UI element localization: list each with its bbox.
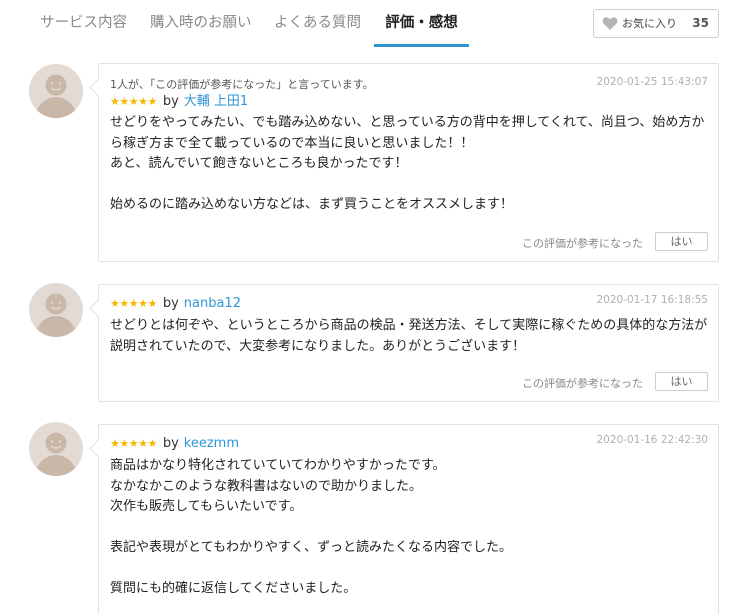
review-card: 2020-01-17 16:18:55 ★★★★★ by nanba12 せどりとは… bbox=[98, 284, 719, 402]
rating-line: ★★★★★ by nanba12 bbox=[110, 295, 241, 313]
rating-line: ★★★★★ by 大輔 上田1 bbox=[110, 93, 248, 111]
review-date: 2020-01-25 15:43:07 bbox=[596, 76, 708, 88]
avatar bbox=[29, 422, 83, 476]
by-label: by bbox=[162, 436, 179, 451]
rating-line: ★★★★★ by keezmm bbox=[110, 435, 239, 453]
author-link[interactable]: nanba12 bbox=[184, 295, 241, 313]
author-link[interactable]: keezmm bbox=[184, 435, 239, 453]
tab-faq[interactable]: よくある質問 bbox=[274, 0, 361, 47]
helpful-count-note: 1人が、「この評価が参考になった」と言っています。 bbox=[110, 78, 374, 91]
favorite-label: お気に入り bbox=[622, 17, 677, 30]
review-date: 2020-01-16 22:42:30 bbox=[596, 434, 708, 446]
review-text: 商品はかなり特化されていていてわかりやすかったです。 なかなかこのような教科書は… bbox=[110, 458, 512, 596]
favorite-button[interactable]: お気に入り 35 bbox=[593, 9, 719, 38]
helpful-question: この評価が参考になった bbox=[522, 237, 643, 250]
favorite-count: 35 bbox=[692, 16, 709, 30]
review-text: せどりをやってみたい、でも踏み込めない、と思っている方の背中を押してくれて、尚且… bbox=[110, 115, 705, 212]
avatar bbox=[29, 283, 83, 337]
helpful-yes-button[interactable]: はい bbox=[655, 372, 708, 391]
by-label: by bbox=[162, 296, 179, 311]
helpful-question: この評価が参考になった bbox=[522, 377, 643, 390]
tab-reviews[interactable]: 評価・感想 bbox=[374, 0, 469, 47]
tab-bar: サービス内容 購入時のお願い よくある質問 評価・感想 お気に入り 35 bbox=[0, 0, 739, 47]
review-text: せどりとは何ぞや、というところから商品の検品・発送方法、そして実際に稼ぐための具… bbox=[110, 318, 708, 354]
review-card: 2020-01-16 22:42:30 ★★★★★ by keezmm 商品はかなり… bbox=[98, 424, 719, 614]
heart-icon bbox=[602, 16, 618, 31]
review-date: 2020-01-17 16:18:55 bbox=[596, 294, 708, 306]
by-label: by bbox=[162, 94, 179, 109]
star-rating: ★★★★★ bbox=[110, 437, 157, 450]
tab-purchase-requests[interactable]: 購入時のお願い bbox=[150, 0, 252, 47]
star-rating: ★★★★★ bbox=[110, 297, 157, 310]
author-link[interactable]: 大輔 上田1 bbox=[184, 93, 248, 111]
review-card: 1人が、「この評価が参考になった」と言っています。 2020-01-25 15:… bbox=[98, 63, 719, 262]
avatar bbox=[29, 64, 83, 118]
helpful-yes-button[interactable]: はい bbox=[655, 232, 708, 251]
tab-service-content[interactable]: サービス内容 bbox=[40, 0, 127, 47]
star-rating: ★★★★★ bbox=[110, 95, 157, 108]
